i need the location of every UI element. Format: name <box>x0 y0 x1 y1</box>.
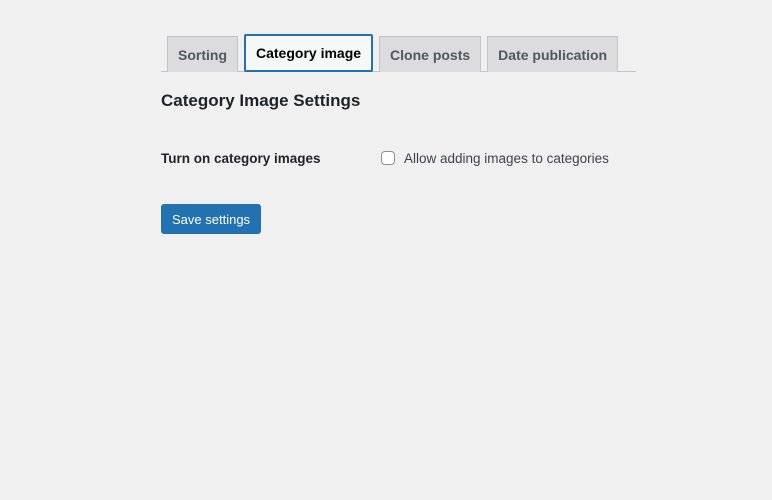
tab-category-image[interactable]: Category image <box>244 34 374 72</box>
tab-date-publication[interactable]: Date publication <box>487 36 619 72</box>
tab-bar: Sorting Category image Clone posts Date … <box>161 34 636 72</box>
setting-label: Turn on category images <box>161 150 321 166</box>
tab-sorting[interactable]: Sorting <box>167 36 238 72</box>
setting-row-category-images: Turn on category images Allow adding ima… <box>161 147 636 169</box>
checkbox-label: Allow adding images to categories <box>404 150 609 166</box>
tab-clone-posts[interactable]: Clone posts <box>379 36 482 72</box>
settings-page: Sorting Category image Clone posts Date … <box>161 34 636 234</box>
save-settings-button[interactable]: Save settings <box>161 204 262 234</box>
page-title: Category Image Settings <box>161 91 361 110</box>
allow-images-checkbox[interactable] <box>381 151 395 165</box>
allow-images-checkbox-control[interactable]: Allow adding images to categories <box>381 151 609 166</box>
